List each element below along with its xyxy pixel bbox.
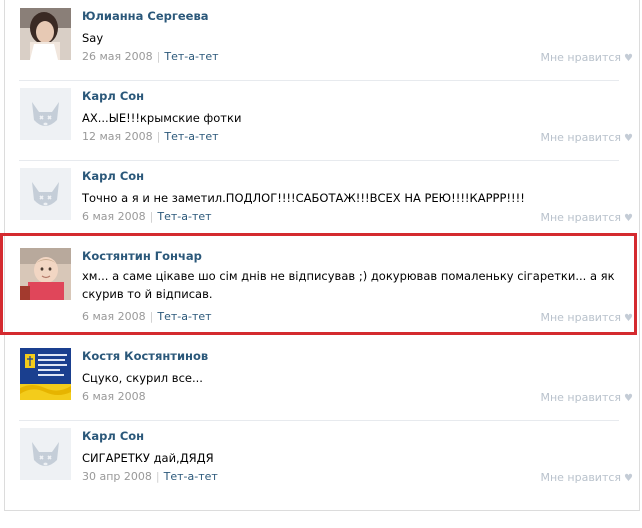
comment-item: Юлианна Сергеева Say 26 мая 2008 | Тет-а-т… — [5, 0, 639, 80]
photo-baby-icon[interactable] — [20, 248, 71, 300]
comment-item: Костянтин Гончар хм... а саме цікаве шо … — [5, 240, 639, 330]
heart-icon: ♥ — [624, 213, 633, 224]
like-label: Мне нравится — [540, 211, 622, 224]
comment-text: Сцуко, скурил все... — [82, 371, 203, 385]
default-dog-avatar-icon[interactable] — [20, 428, 71, 480]
like-button[interactable]: Мне нравится ♥ — [540, 211, 633, 224]
comment-date: 30 апр 2008 — [82, 470, 152, 483]
default-dog-avatar-icon[interactable] — [20, 88, 71, 140]
like-button[interactable]: Мне нравится ♥ — [540, 311, 633, 324]
meta-divider: | — [156, 130, 161, 143]
meta-divider: | — [156, 50, 161, 63]
like-button[interactable]: Мне нравится ♥ — [540, 471, 633, 484]
meta-divider: | — [155, 470, 160, 483]
heart-icon: ♥ — [624, 133, 633, 144]
comment-item: Карл Сон СИГАРЕТКУ дай,ДЯДЯ 30 апр 2008 |… — [5, 420, 639, 500]
comment-item: Костя Костянтинов Сцуко, скурил все... 6… — [5, 340, 639, 420]
comment-date: 12 мая 2008 — [82, 130, 153, 143]
comment-meta: 6 мая 2008 | Тет-а-тет — [82, 210, 212, 223]
comment-text: СИГАРЕТКУ дай,ДЯДЯ — [82, 451, 214, 465]
heart-icon: ♥ — [624, 53, 633, 64]
meta-divider: | — [149, 310, 154, 323]
like-button[interactable]: Мне нравится ♥ — [540, 391, 633, 404]
like-button[interactable]: Мне нравится ♥ — [540, 51, 633, 64]
heart-icon: ♥ — [624, 473, 633, 484]
comment-date: 6 мая 2008 — [82, 390, 146, 403]
reply-link[interactable]: Тет-а-тет — [164, 470, 218, 483]
like-label: Мне нравится — [540, 471, 622, 484]
comment-date: 6 мая 2008 — [82, 210, 146, 223]
comment-item: Карл Сон АХ...ЫЕ!!!крымские фотки 12 мая… — [5, 80, 639, 160]
heart-icon: ♥ — [624, 313, 633, 324]
photo-woman-icon[interactable] — [20, 8, 71, 60]
comment-author[interactable]: Карл Сон — [82, 89, 144, 103]
comment-meta: 6 мая 2008 | Тет-а-тет — [82, 310, 212, 323]
like-label: Мне нравится — [540, 391, 622, 404]
comment-text: хм... а саме цікаве шо сім днів не відпи… — [82, 269, 615, 301]
comment-meta: 6 мая 2008 — [82, 390, 146, 403]
like-label: Мне нравится — [540, 311, 622, 324]
meta-divider: | — [149, 210, 154, 223]
comment-date: 26 мая 2008 — [82, 50, 153, 63]
default-dog-avatar-icon[interactable] — [20, 168, 71, 220]
reply-link[interactable]: Тет-а-тет — [157, 210, 211, 223]
comment-author[interactable]: Карл Сон — [82, 429, 144, 443]
reply-link[interactable]: Тет-а-тет — [164, 130, 218, 143]
reply-link[interactable]: Тет-а-тет — [164, 50, 218, 63]
comment-author[interactable]: Юлианна Сергеева — [82, 9, 209, 23]
like-label: Мне нравится — [540, 131, 622, 144]
comment-author[interactable]: Костя Костянтинов — [82, 349, 208, 363]
comment-meta: 26 мая 2008 | Тет-а-тет — [82, 50, 219, 63]
comment-text: Say — [82, 31, 104, 45]
reply-link[interactable]: Тет-а-тет — [157, 310, 211, 323]
emblem-icon[interactable] — [20, 348, 71, 400]
comment-author[interactable]: Костянтин Гончар — [82, 249, 202, 263]
comment-text: Точно а я и не заметил.ПОДЛОГ!!!!САБОТАЖ… — [82, 191, 525, 205]
comment-text: АХ...ЫЕ!!!крымские фотки — [82, 111, 242, 125]
like-button[interactable]: Мне нравится ♥ — [540, 131, 633, 144]
comment-feed: Юлианна Сергеева Say 26 мая 2008 | Тет-а-т… — [4, 0, 640, 511]
comment-meta: 30 апр 2008 | Тет-а-тет — [82, 470, 218, 483]
comment-date: 6 мая 2008 — [82, 310, 146, 323]
comment-author[interactable]: Карл Сон — [82, 169, 144, 183]
comment-item: Карл Сон Точно а я и не заметил.ПОДЛОГ!!… — [5, 160, 639, 235]
comment-meta: 12 мая 2008 | Тет-а-тет — [82, 130, 219, 143]
heart-icon: ♥ — [624, 393, 633, 404]
like-label: Мне нравится — [540, 51, 622, 64]
